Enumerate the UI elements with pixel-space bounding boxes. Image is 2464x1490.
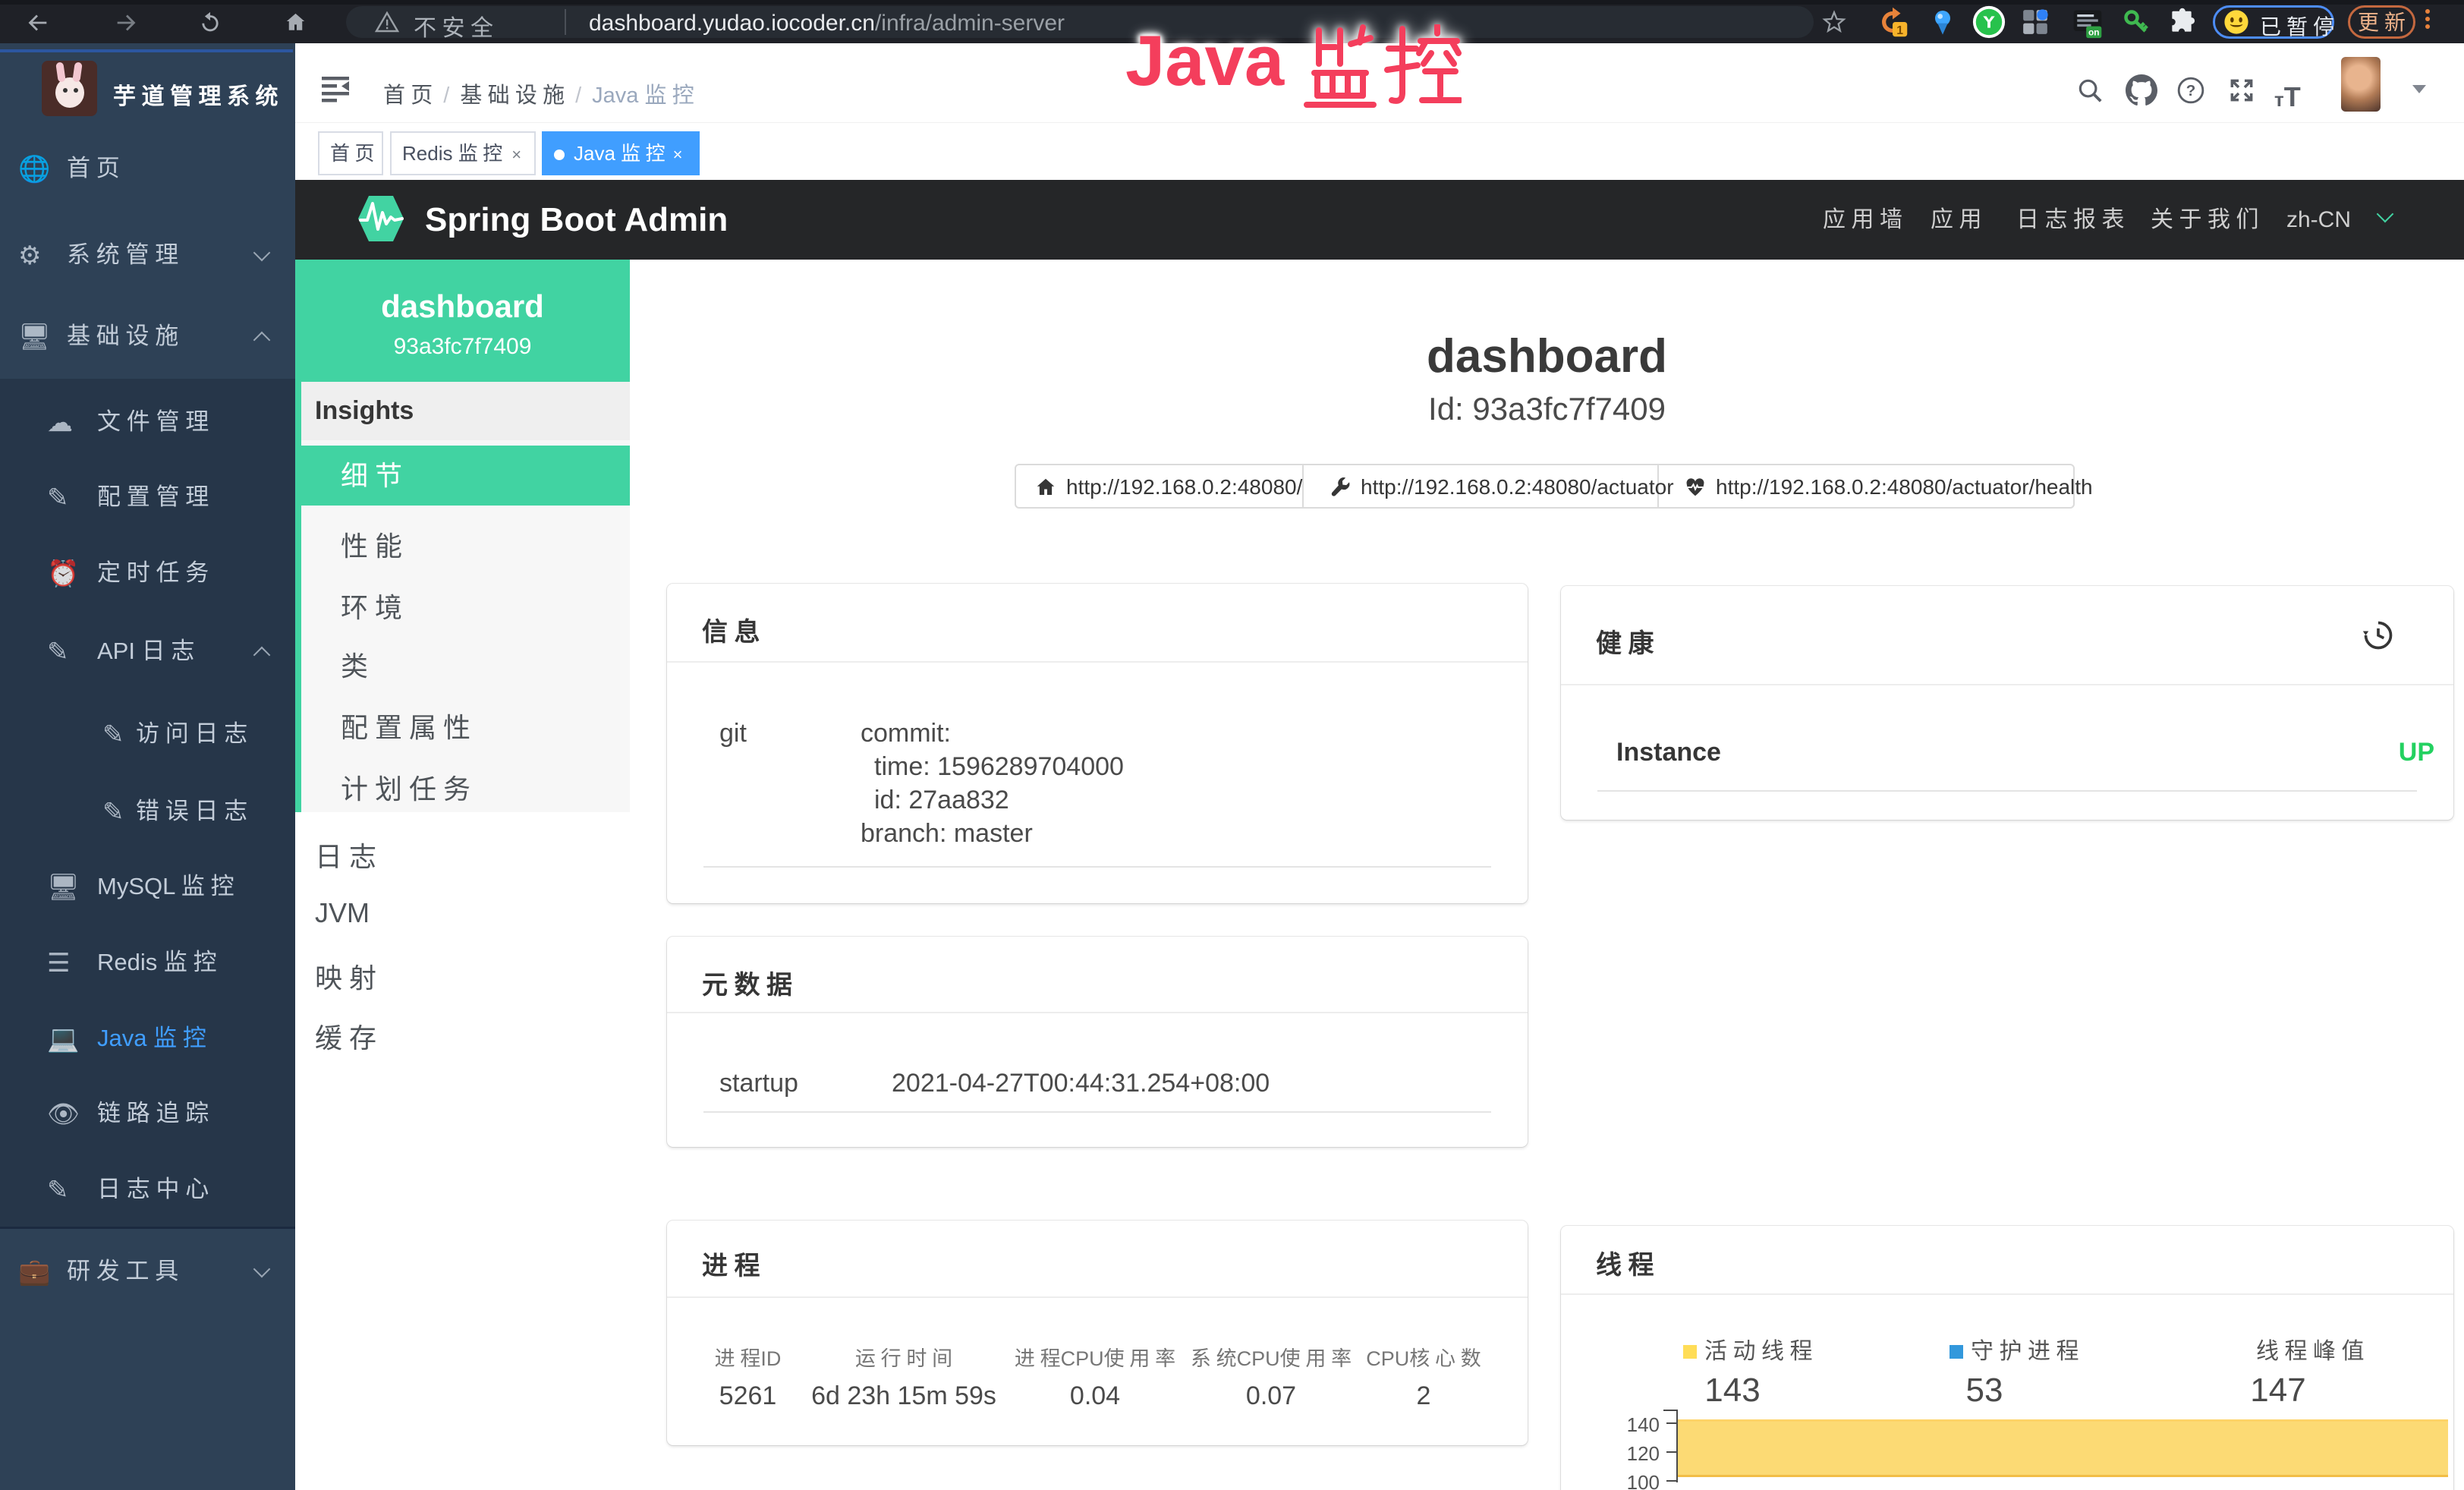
svg-text:1: 1 <box>1896 24 1903 37</box>
svg-text:?: ? <box>2186 82 2196 99</box>
svg-text:on: on <box>2088 27 2100 38</box>
